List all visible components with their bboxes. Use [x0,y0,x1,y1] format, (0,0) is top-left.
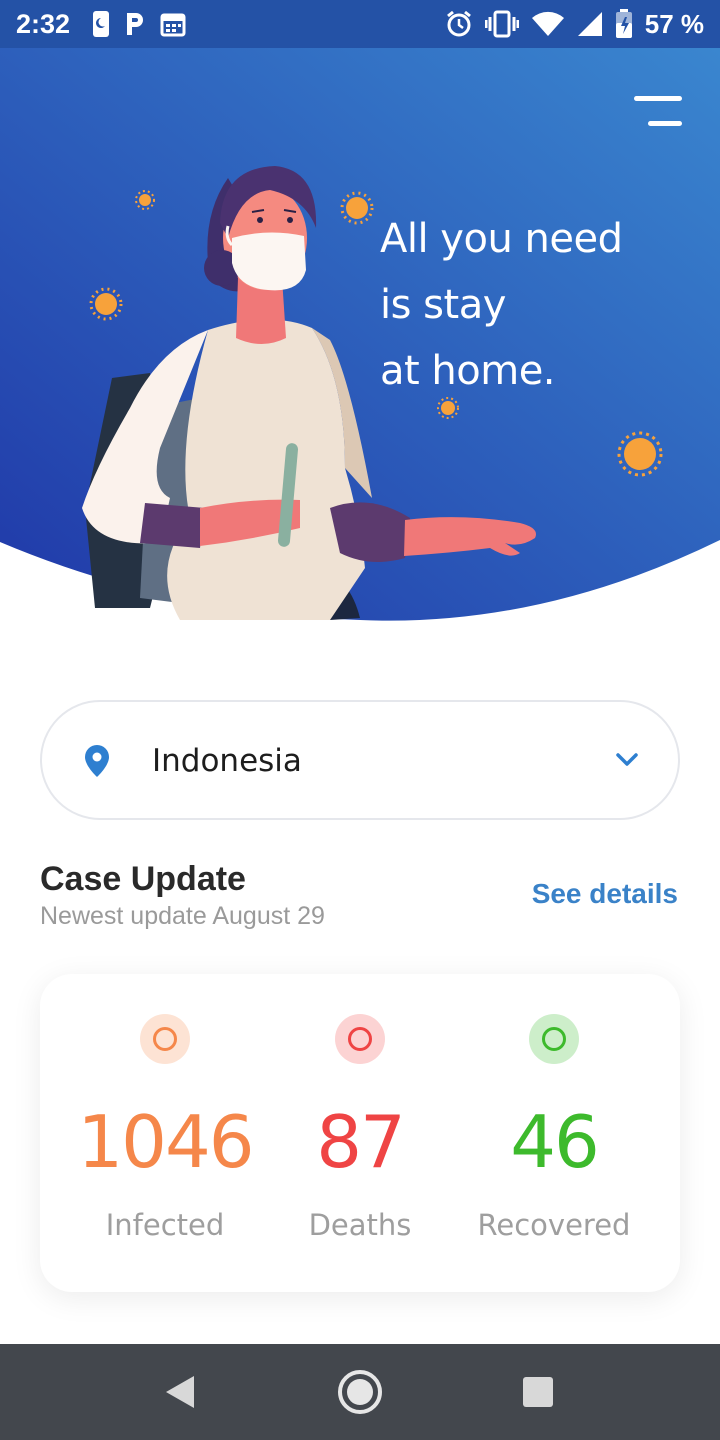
alarm-icon [446,10,471,37]
case-update-title: Case Update [40,860,246,898]
country-dropdown[interactable] [40,700,680,820]
stat-infected: 1046 Infected [65,974,265,1292]
infected-label: Infected [105,1208,225,1242]
recovered-label: Recovered [477,1208,631,1242]
vibrate-icon [484,10,519,38]
back-icon[interactable] [164,1374,196,1410]
stat-deaths: 87 Deaths [260,974,460,1292]
see-details-link[interactable]: See details [532,878,678,910]
hero-title: All you need is stay at home. [380,206,700,404]
stat-recovered: 46 Recovered [454,974,654,1292]
menu-icon [634,96,682,101]
parking-icon [127,13,144,35]
wifi-icon [531,11,564,36]
infected-dot-icon [140,1014,190,1064]
calendar-icon [160,13,186,37]
deaths-dot-icon [335,1014,385,1064]
signal-icon [577,12,602,36]
system-nav-bar [0,1344,720,1440]
location-pin-icon [85,745,109,777]
battery-percent: 57 % [644,8,704,39]
infected-count: 1046 [77,1100,254,1184]
recents-icon[interactable] [522,1376,554,1408]
hero-title-line: is stay [380,282,506,328]
menu-button[interactable] [634,96,682,126]
status-bar: 2:32 57 % [0,0,720,48]
phone-dnd-icon [93,11,110,37]
chevron-down-icon[interactable] [612,750,642,770]
hero-title-line: at home. [380,348,556,394]
deaths-count: 87 [316,1100,406,1184]
battery-icon [615,9,632,38]
home-icon[interactable] [336,1368,384,1416]
menu-icon-line [648,121,682,126]
status-time: 2:32 [16,8,71,39]
country-label: Indonesia [152,743,302,779]
hero-title-line: All you need [380,216,623,262]
deaths-label: Deaths [308,1208,412,1242]
stats-card: 1046 Infected 87 Deaths 46 Recovered [40,974,680,1292]
recovered-dot-icon [529,1014,579,1064]
case-update-subtitle: Newest update August 29 [40,902,325,930]
recovered-count: 46 [510,1100,600,1184]
